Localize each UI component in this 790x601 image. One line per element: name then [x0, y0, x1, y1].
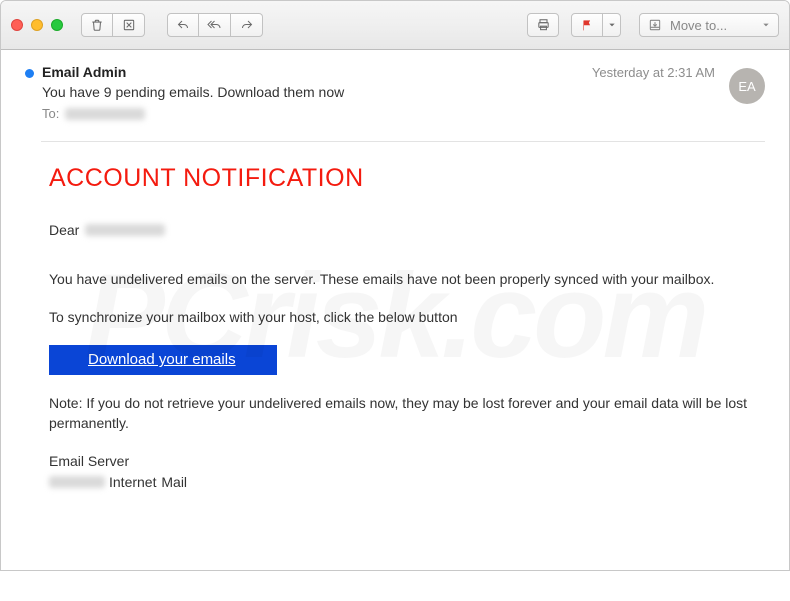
chevron-down-icon — [608, 21, 616, 29]
received-date: Yesterday at 2:31 AM — [592, 65, 715, 80]
mail-window: Move to... Email Admin Yesterday at 2:31… — [0, 0, 790, 571]
chevron-down-icon — [762, 21, 770, 29]
avatar-initials: EA — [738, 79, 755, 94]
titlebar: Move to... — [1, 1, 789, 50]
reply-icon — [176, 19, 190, 31]
forward-button[interactable] — [231, 13, 263, 37]
junk-icon — [122, 18, 136, 32]
print-icon — [536, 18, 551, 32]
flag-group — [571, 13, 621, 37]
trash-button[interactable] — [81, 13, 113, 37]
greeting: Dear — [49, 220, 749, 240]
body-title: ACCOUNT NOTIFICATION — [49, 160, 749, 196]
delete-group — [81, 13, 145, 37]
body-note: Note: If you do not retrieve your undeli… — [49, 393, 749, 434]
reply-all-icon — [207, 19, 223, 31]
to-label: To: — [42, 106, 59, 121]
avatar: EA — [729, 68, 765, 104]
recipient-redacted — [85, 224, 165, 236]
inbox-down-icon — [648, 18, 662, 32]
signature-line1: Email Server — [49, 451, 749, 471]
flag-button[interactable] — [571, 13, 603, 37]
flag-icon — [581, 19, 594, 32]
close-window-button[interactable] — [11, 19, 23, 31]
download-emails-button[interactable]: Download your emails — [49, 345, 277, 375]
junk-button[interactable] — [113, 13, 145, 37]
flag-menu-button[interactable] — [603, 13, 621, 37]
to-row: To: — [42, 106, 765, 121]
sender-row: Email Admin Yesterday at 2:31 AM — [25, 64, 765, 80]
reply-button[interactable] — [167, 13, 199, 37]
moveto-label: Move to... — [670, 18, 727, 33]
traffic-lights — [11, 19, 63, 31]
sender-name: Email Admin — [42, 64, 126, 80]
forward-icon — [240, 19, 254, 31]
sig-redacted — [49, 476, 105, 488]
dear-label: Dear — [49, 220, 79, 240]
minimize-window-button[interactable] — [31, 19, 43, 31]
sig-tail: Internet Mail — [109, 472, 187, 492]
to-value-redacted — [65, 108, 145, 120]
zoom-window-button[interactable] — [51, 19, 63, 31]
reply-group — [167, 13, 263, 37]
body-p1: You have undelivered emails on the serve… — [49, 269, 749, 289]
moveto-button[interactable]: Move to... — [639, 13, 779, 37]
body-p2: To synchronize your mailbox with your ho… — [49, 307, 749, 327]
message-body: ACCOUNT NOTIFICATION Dear You have undel… — [1, 142, 789, 512]
trash-icon — [90, 18, 104, 32]
print-button[interactable] — [527, 13, 559, 37]
reply-all-button[interactable] — [199, 13, 231, 37]
subject: You have 9 pending emails. Download them… — [42, 84, 765, 100]
signature-line2: Internet Mail — [49, 472, 749, 492]
message-header: Email Admin Yesterday at 2:31 AM EA You … — [1, 50, 789, 131]
unread-dot-icon — [25, 69, 34, 78]
